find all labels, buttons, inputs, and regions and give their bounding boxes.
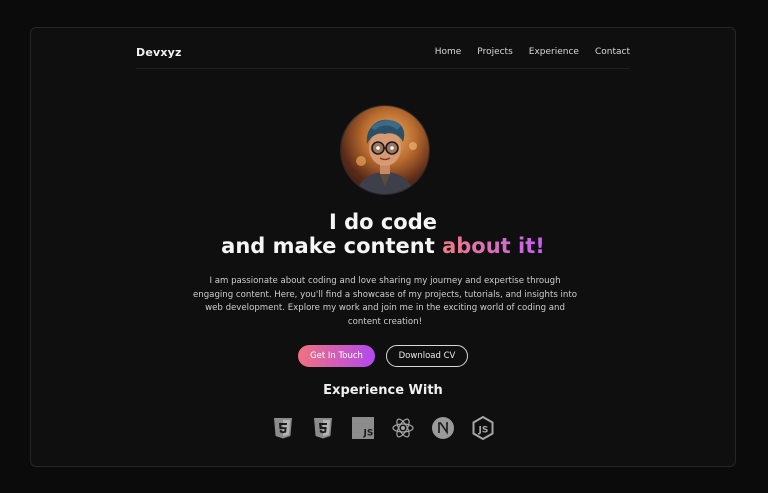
experience-title: Experience With: [323, 383, 443, 398]
avatar-illustration: [355, 119, 417, 194]
nav-links: Home Projects Experience Contact: [435, 47, 630, 57]
svg-text:JS: JS: [363, 429, 374, 439]
nextjs-icon: [431, 416, 455, 440]
javascript-icon: JS: [351, 416, 375, 440]
nodejs-icon: JS: [471, 415, 495, 441]
page-frame: Devxyz Home Projects Experience Contact: [30, 27, 736, 467]
svg-text:JS: JS: [478, 426, 489, 436]
headline-line2-plain: and make content: [221, 234, 443, 258]
html5-icon: [271, 416, 295, 440]
react-icon: [391, 416, 415, 440]
tech-icons: JS JS: [31, 415, 735, 441]
headline-line1: I do code: [328, 210, 438, 234]
avatar: [341, 106, 429, 194]
nav-link-contact[interactable]: Contact: [595, 47, 630, 57]
download-cv-button[interactable]: Download CV: [386, 345, 468, 367]
nav-link-experience[interactable]: Experience: [529, 47, 579, 57]
headline-highlight: about it!: [442, 234, 545, 258]
top-nav: Devxyz Home Projects Experience Contact: [136, 36, 630, 69]
brand-logo[interactable]: Devxyz: [136, 46, 182, 59]
headline-line2: and make content about it!: [31, 234, 735, 258]
hero-headline: I do code and make content about it!: [31, 210, 735, 258]
hero-buttons: Get In Touch Download CV: [31, 345, 735, 367]
css3-icon: [311, 416, 335, 440]
nav-link-home[interactable]: Home: [435, 47, 462, 57]
hero-description: I am passionate about coding and love sh…: [192, 276, 577, 327]
nav-link-projects[interactable]: Projects: [477, 47, 512, 57]
get-in-touch-button[interactable]: Get In Touch: [298, 345, 375, 367]
